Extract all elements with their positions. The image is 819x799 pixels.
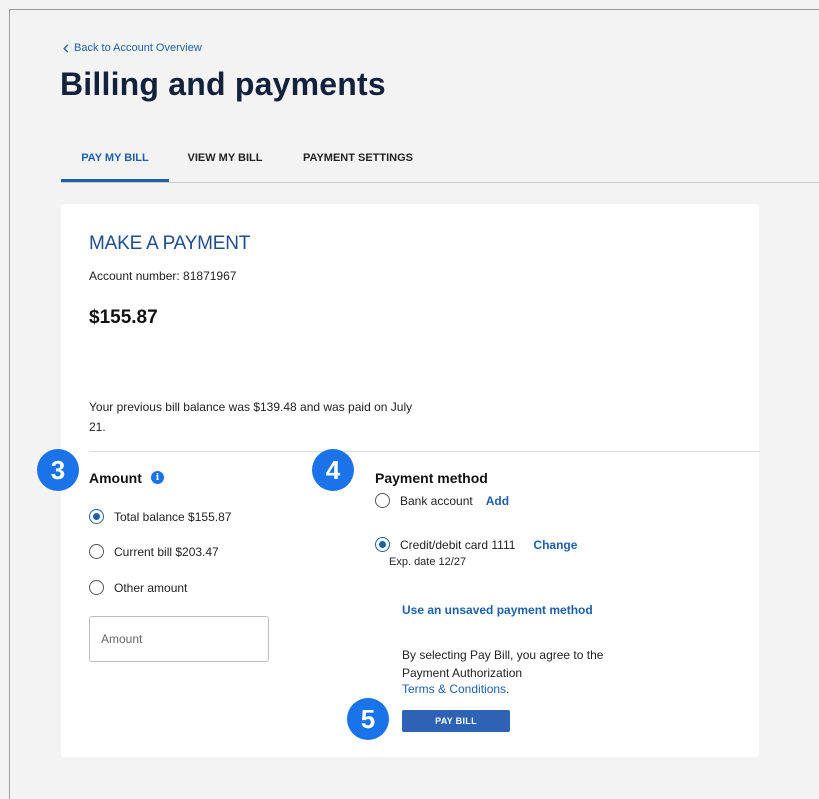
add-bank-link[interactable]: Add xyxy=(486,494,509,508)
account-number: Account number: 81871967 xyxy=(89,269,237,283)
radio-checked[interactable] xyxy=(375,537,390,552)
step-badge-5: 5 xyxy=(347,698,389,740)
amount-option-label: Current bill $203.47 xyxy=(114,544,219,559)
info-icon[interactable]: i xyxy=(151,471,164,484)
radio-unchecked[interactable] xyxy=(375,493,390,508)
terms-link-label: Terms & Conditions xyxy=(402,682,507,696)
previous-bill-note: Your previous bill balance was $139.48 a… xyxy=(89,400,413,434)
radio-checked[interactable] xyxy=(89,509,104,524)
amount-option-label: Other amount xyxy=(114,580,188,595)
terms-link[interactable]: Terms & Conditions. xyxy=(402,682,509,696)
tab-pay-my-bill[interactable]: PAY MY BILL xyxy=(61,140,169,182)
make-payment-heading: MAKE A PAYMENT xyxy=(89,233,251,254)
amount-section-title: Amount xyxy=(89,470,142,486)
amount-option-label: Total balance $155.87 xyxy=(114,509,232,524)
page-title: Billing and payments xyxy=(60,66,386,102)
payment-method-title: Payment method xyxy=(375,470,488,486)
section-divider xyxy=(89,451,760,452)
bank-account-label: Bank account xyxy=(400,493,473,508)
amount-due: $155.87 xyxy=(89,307,158,328)
unsaved-payment-link[interactable]: Use an unsaved payment method xyxy=(402,603,593,617)
radio-unchecked[interactable] xyxy=(89,544,104,559)
step-badge-4: 4 xyxy=(312,449,354,491)
amount-option-current[interactable]: Current bill $203.47 xyxy=(89,544,219,559)
agreement-text: By selecting Pay Bill, you agree to the … xyxy=(402,648,604,680)
card-label: Credit/debit card 1111 xyxy=(400,537,516,552)
card-expiry: Exp. date 12/27 xyxy=(389,556,467,568)
change-card-link[interactable]: Change xyxy=(533,538,577,552)
back-link-label: Back to Account Overview xyxy=(74,42,202,54)
chevron-left-icon xyxy=(63,43,69,53)
pay-bill-button[interactable]: PAY BILL xyxy=(402,710,510,732)
amount-option-total[interactable]: Total balance $155.87 xyxy=(89,509,231,524)
back-to-account-link[interactable]: Back to Account Overview xyxy=(62,42,202,54)
radio-unchecked[interactable] xyxy=(89,580,104,595)
tab-bar: PAY MY BILL VIEW MY BILL PAYMENT SETTING… xyxy=(61,140,819,183)
amount-input[interactable] xyxy=(89,616,269,662)
tab-view-my-bill[interactable]: VIEW MY BILL xyxy=(177,140,273,182)
method-option-card[interactable]: Credit/debit card 1111 Change xyxy=(375,537,577,552)
step-badge-3: 3 xyxy=(37,449,79,491)
amount-option-other[interactable]: Other amount xyxy=(89,580,187,595)
tab-payment-settings[interactable]: PAYMENT SETTINGS xyxy=(293,140,423,182)
method-option-bank[interactable]: Bank account Add xyxy=(375,493,509,508)
